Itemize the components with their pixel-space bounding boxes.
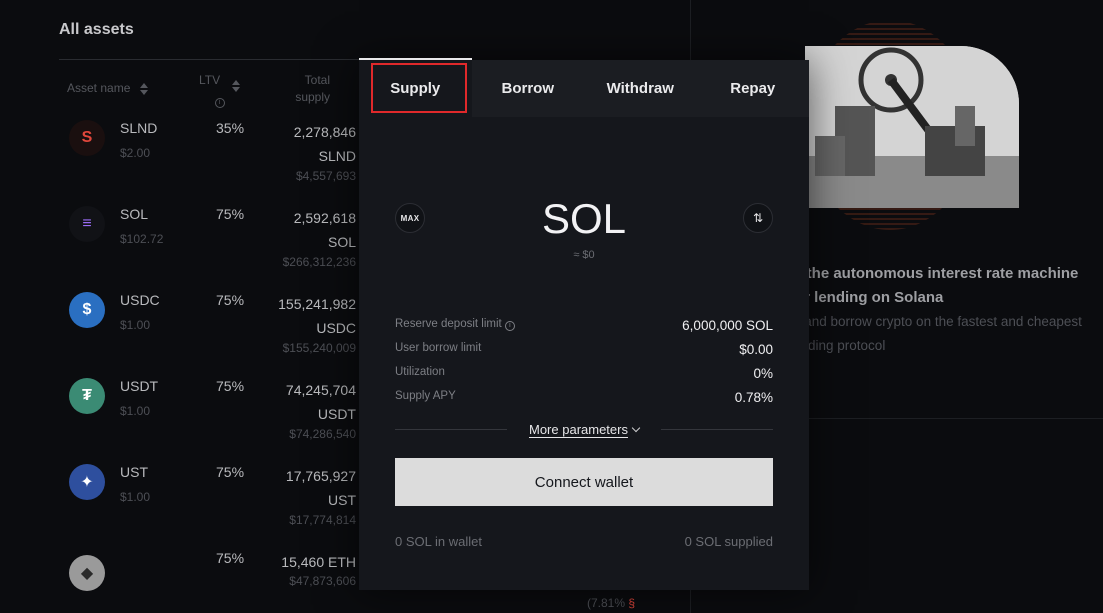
token-icon: ◆ xyxy=(69,555,105,591)
table-row[interactable]: ✦ UST $1.00 75% 17,765,927 UST $17,774,814 xyxy=(0,457,360,543)
all-assets-title: All assets xyxy=(59,21,134,38)
asset-supply-usd: $47,873,606 xyxy=(289,574,356,588)
article-heading: is the autonomous interest rate machine … xyxy=(790,265,1079,306)
param-user-borrow-limit: User borrow limit $0.00 xyxy=(395,342,773,357)
total-supply-header[interactable]: Total supply xyxy=(290,72,330,106)
asset-symbol: SOL xyxy=(120,206,149,222)
token-icon: ₮ xyxy=(69,378,105,414)
table-row[interactable]: S SLND $2.00 35% 2,278,846 SLND $4,557,693 xyxy=(0,113,360,199)
table-row[interactable]: ≡ SOL $102.72 75% 2,592,618 SOL $266,312,236 xyxy=(0,199,360,285)
asset-supply-usd: $4,557,693 xyxy=(295,169,356,183)
asset-price: $1.00 xyxy=(120,318,151,332)
table-row[interactable]: ◆ETH75%15,460 ETH$47,873,606 xyxy=(0,543,360,613)
asset-symbol: UST xyxy=(120,464,148,480)
action-tabs: Supply Borrow Withdraw Repay xyxy=(359,60,809,117)
asset-price: $102.72 xyxy=(120,232,164,246)
asset-total-supply: 2,592,618 SOL xyxy=(293,210,356,250)
asset-symbol: USDC xyxy=(120,292,160,308)
supply-modal: Supply Borrow Withdraw Repay MAX SOL ⇅ ≈… xyxy=(359,58,809,590)
asset-name-header[interactable]: Asset name xyxy=(67,80,148,97)
asset-symbol: SLND xyxy=(120,120,158,136)
tab-borrow[interactable]: Borrow xyxy=(471,60,584,117)
sort-icon xyxy=(232,80,241,92)
tab-supply[interactable]: Supply xyxy=(359,60,472,117)
title-divider xyxy=(59,59,359,60)
asset-total-supply: 74,245,704 USDT xyxy=(285,382,356,422)
wallet-balance: 0 SOL in wallet xyxy=(395,534,482,549)
slnd-icon: § xyxy=(628,596,636,610)
info-icon[interactable]: i xyxy=(214,98,225,108)
token-icon: ✦ xyxy=(69,464,105,500)
asset-price: $2.00 xyxy=(120,146,151,160)
asset-price: $1.00 xyxy=(120,490,151,504)
info-icon[interactable]: i xyxy=(504,321,515,331)
amount-input[interactable]: SOL xyxy=(359,195,809,243)
article-body: st and borrow crypto on the fastest and … xyxy=(790,314,1082,353)
token-icon: ≡ xyxy=(69,206,105,242)
asset-total-supply: 155,241,982 USDC xyxy=(278,296,356,336)
param-supply-apy: Supply APY 0.78% xyxy=(395,390,773,405)
supplied-balance: 0 SOL supplied xyxy=(684,534,773,549)
machine-illustration xyxy=(805,46,1019,208)
asset-total-supply: 17,765,927 UST xyxy=(285,468,356,508)
table-row[interactable]: $ USDC $1.00 75% 155,241,982 USDC $155,240,009 xyxy=(0,285,360,371)
chevron-down-icon xyxy=(631,423,641,433)
asset-price: $1.00 xyxy=(120,404,151,418)
usd-approx: ≈ $0 xyxy=(573,249,595,261)
engraving-image xyxy=(805,46,1019,208)
sort-icon xyxy=(139,82,148,95)
asset-supply-usd: $74,286,540 xyxy=(289,427,356,441)
more-parameters-link[interactable]: More parameters xyxy=(359,422,809,437)
asset-supply-usd: $17,774,814 xyxy=(289,513,356,527)
asset-total-supply: 2,278,846 SLND xyxy=(293,124,356,164)
table-row[interactable]: ₮ USDT $1.00 75% 74,245,704 USDT $74,286,540 xyxy=(0,371,360,457)
asset-symbol: USDT xyxy=(120,378,159,394)
asset-supply-usd: $155,240,009 xyxy=(282,341,356,355)
right-divider xyxy=(808,418,1103,419)
swap-icon[interactable]: ⇅ xyxy=(743,203,773,233)
asset-supply-usd: $266,312,236 xyxy=(282,255,356,269)
asset-total-supply: 15,460 ETH xyxy=(281,554,356,570)
param-utilization: Utilization 0% xyxy=(395,366,773,381)
ltv-header[interactable]: LTV i xyxy=(199,72,241,109)
tab-withdraw[interactable]: Withdraw xyxy=(584,60,697,117)
tab-repay[interactable]: Repay xyxy=(696,60,809,117)
token-icon: $ xyxy=(69,292,105,328)
connect-wallet-button[interactable]: Connect wallet xyxy=(395,458,773,506)
apy-fragment: (7.81% § xyxy=(587,596,636,610)
token-icon: S xyxy=(69,120,105,156)
param-reserve-deposit-limit: Reserve deposit limit i 6,000,000 SOL xyxy=(395,318,773,333)
